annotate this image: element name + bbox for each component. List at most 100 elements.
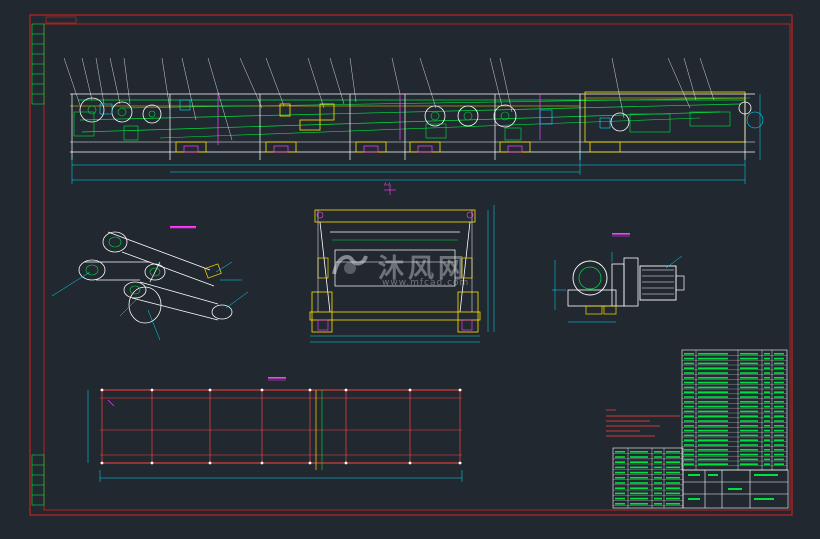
bom-cell-text: [698, 353, 728, 355]
bom-cell-text: [684, 415, 694, 417]
bom-cell-text: [698, 405, 728, 408]
view-title-text: [612, 233, 630, 235]
mfcad-logo-icon: [332, 255, 368, 275]
bom-cell-text: [698, 386, 728, 389]
bom-cell-text: [764, 429, 770, 432]
bom-cell-text: [774, 386, 784, 389]
bom-cell-text: [764, 362, 770, 365]
bom-cell-text: [774, 381, 784, 384]
bom-cell-text: [740, 449, 758, 451]
parts-cell-text: [654, 492, 662, 495]
bom-cell-text: [764, 449, 770, 451]
bom-cell-text: [774, 367, 784, 369]
bom-cell-text: [740, 405, 758, 408]
bom-cell-text: [684, 420, 694, 422]
parts-cell-text: [666, 477, 680, 479]
parts-cell-text: [666, 487, 680, 489]
bom-cell-text: [698, 381, 728, 384]
bom-cell-text: [698, 429, 728, 432]
parts-cell-text: [666, 456, 680, 458]
bom-cell-text: [774, 463, 784, 465]
parts-cell-text: [654, 461, 662, 463]
bom-cell-text: [684, 425, 694, 427]
parts-cell-text: [615, 477, 625, 479]
bom-cell-text: [764, 434, 770, 437]
bom-cell-text: [774, 405, 784, 408]
parts-cell-text: [654, 451, 662, 453]
bom-cell-text: [774, 396, 784, 398]
parts-cell-text: [630, 497, 648, 500]
bom-cell-text: [774, 401, 784, 403]
bom-cell-text: [764, 367, 770, 369]
title-block-text: [688, 474, 700, 476]
bom-cell-text: [740, 458, 758, 461]
technical-notes: [606, 409, 680, 437]
bom-cell-text: [764, 458, 770, 461]
frame-plan-view: [87, 379, 463, 482]
bom-cell-text: [684, 444, 694, 446]
title-block-text: [708, 474, 718, 476]
parts-cell-text: [615, 492, 625, 495]
bom-cell-text: [740, 444, 758, 446]
bom-cell-text: [764, 415, 770, 417]
parts-cell-text: [630, 471, 648, 474]
bom-cell-text: [698, 425, 728, 427]
parts-cell-text: [666, 451, 680, 453]
bom-cell-text: [740, 429, 758, 432]
parts-cell-text: [630, 461, 648, 463]
bom-rows: [682, 353, 787, 466]
title-block-text: [728, 488, 742, 490]
bom-cell-text: [684, 372, 694, 374]
left-margin-table: [31, 23, 45, 506]
bom-cell-text: [684, 377, 694, 379]
parts-cell-text: [630, 503, 648, 505]
parts-cell-text: [654, 471, 662, 474]
section-label: A-A: [384, 182, 391, 187]
parts-cell-text: [654, 482, 662, 484]
parts-cell-text: [654, 466, 662, 469]
bom-cell-text: [684, 362, 694, 365]
bom-cell-text: [684, 429, 694, 432]
bom-cell-text: [764, 401, 770, 403]
bom-cell-text: [774, 377, 784, 379]
parts-cell-text: [630, 456, 648, 458]
watermark: 沐风网 www.mfcad.com: [330, 248, 500, 288]
bom-cell-text: [740, 396, 758, 398]
bom-cell-text: [764, 377, 770, 379]
parts-cell-text: [630, 487, 648, 489]
parts-cell-text: [654, 456, 662, 458]
bom-cell-text: [740, 386, 758, 389]
bom-cell-text: [740, 425, 758, 427]
parts-cell-text: [630, 466, 648, 469]
bom-cell-text: [698, 420, 728, 422]
bom-cell-text: [740, 415, 758, 417]
bom-cell-text: [740, 362, 758, 365]
bom-cell-text: [684, 410, 694, 413]
bom-cell-text: [740, 367, 758, 369]
bom-cell-text: [774, 353, 784, 355]
parts-cell-text: [615, 503, 625, 505]
parts-cell-text: [615, 451, 625, 453]
bom-cell-text: [698, 377, 728, 379]
bom-cell-text: [684, 396, 694, 398]
parts-cell-text: [630, 477, 648, 479]
parts-cell-text: [666, 466, 680, 469]
bom-cell-text: [684, 439, 694, 441]
bom-cell-text: [774, 415, 784, 417]
bom-cell-text: [774, 425, 784, 427]
bom-cell-text: [764, 396, 770, 398]
parts-cell-text: [630, 482, 648, 484]
bom-cell-text: [698, 434, 728, 437]
bom-cell-text: [740, 463, 758, 465]
conveyor-elevation-view: [63, 57, 764, 184]
view-title-text: [170, 226, 196, 228]
bom-cell-text: [698, 439, 728, 441]
bom-cell-text: [698, 410, 728, 413]
watermark-url: www.mfcad.com: [382, 278, 470, 288]
bom-cell-text: [684, 463, 694, 465]
bom-cell-text: [684, 449, 694, 451]
bom-cell-text: [764, 357, 770, 360]
parts-cell-text: [630, 451, 648, 453]
bom-cell-text: [740, 439, 758, 441]
parts-cell-text: [654, 497, 662, 500]
